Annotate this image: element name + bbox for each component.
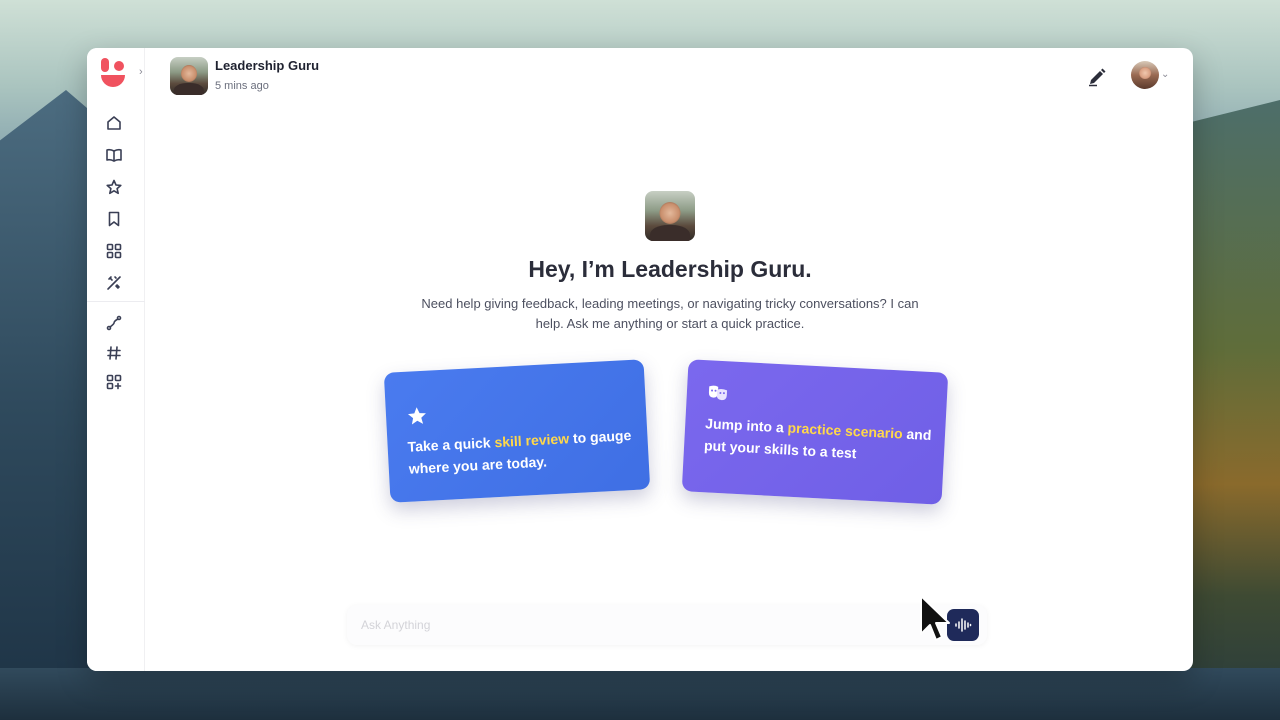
assistant-name: Leadership Guru [215, 58, 320, 73]
background-lake [0, 668, 1280, 720]
mouse-cursor-icon [920, 595, 950, 641]
skill-review-card[interactable]: Take a quick skill review to gauge where… [383, 359, 651, 503]
theater-masks-icon [708, 385, 728, 401]
star-icon [407, 407, 426, 425]
path-icon[interactable] [105, 314, 123, 332]
brand-logo-icon[interactable] [99, 56, 127, 92]
book-icon[interactable] [105, 146, 123, 164]
skill-review-highlight: skill review [494, 430, 570, 451]
last-active-time: 5 mins ago [215, 80, 269, 92]
bookmark-icon[interactable] [105, 210, 123, 228]
assistant-hero-avatar [645, 191, 695, 241]
star-icon[interactable] [105, 178, 123, 196]
sidebar-divider [87, 301, 145, 302]
assistant-avatar [170, 57, 208, 95]
apps-add-icon[interactable] [105, 373, 123, 391]
hashtag-icon[interactable] [105, 344, 123, 362]
practice-scenario-card-text: Jump into a practice scenario and put yo… [703, 415, 932, 462]
user-menu-chevron-icon[interactable]: ⌄ [1161, 69, 1169, 80]
home-icon[interactable] [105, 114, 123, 132]
practice-scenario-card[interactable]: Jump into a practice scenario and put yo… [681, 359, 949, 505]
practice-scenario-highlight: practice scenario [787, 419, 904, 442]
greeting-title: Hey, I’m Leadership Guru. [528, 256, 812, 282]
ask-input[interactable] [361, 615, 921, 635]
composer-bar [347, 605, 987, 645]
background-hill-right [1180, 100, 1280, 720]
sidebar-expand-chevron-icon[interactable]: › [139, 66, 143, 78]
edit-icon[interactable] [1087, 67, 1107, 87]
waveform-icon [955, 618, 972, 632]
app-window: › Leadership Guru 5 mins ago ⌄ Hey, I’m … [87, 48, 1193, 671]
skill-review-card-text: Take a quick skill review to gauge where… [407, 427, 632, 477]
greeting-description: Need help giving feedback, leading meeti… [421, 296, 919, 331]
user-avatar[interactable] [1131, 61, 1159, 89]
sidebar: › [87, 48, 145, 671]
